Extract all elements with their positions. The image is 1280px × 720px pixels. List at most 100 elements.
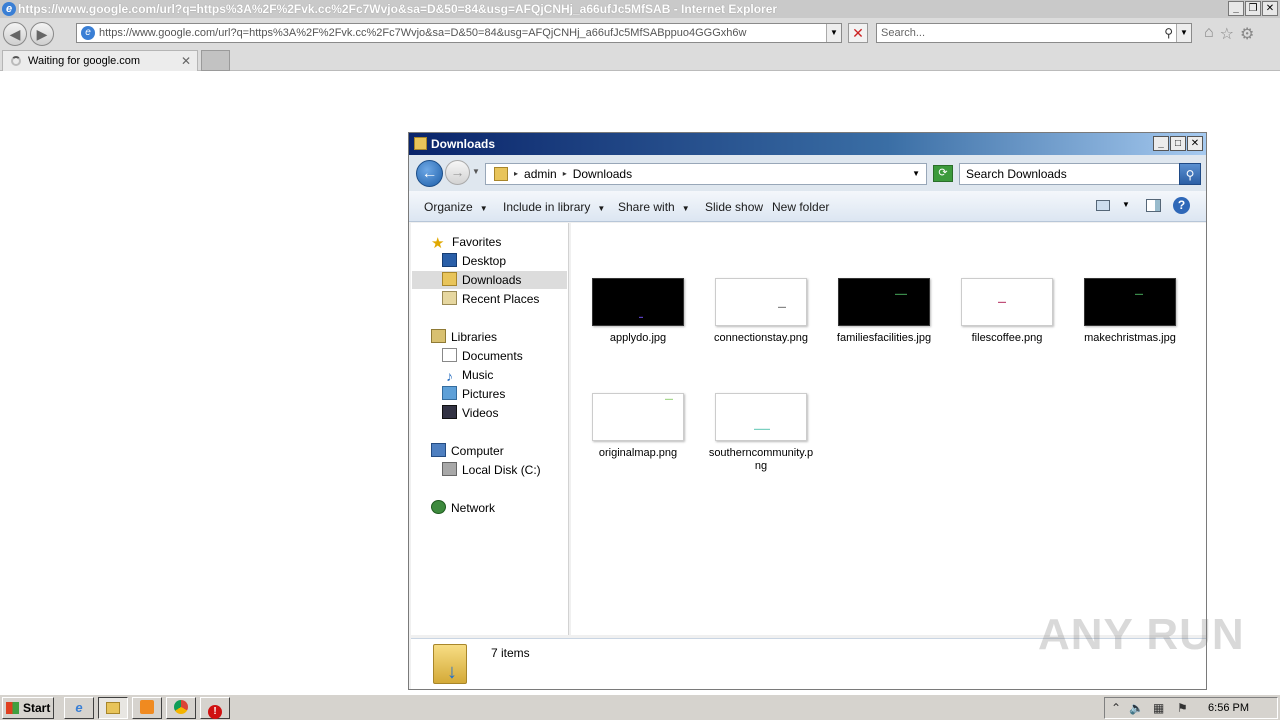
nav-local-disk[interactable]: Local Disk (C:)	[442, 461, 541, 479]
nav-pictures[interactable]: Pictures	[442, 385, 505, 403]
chevron-right-icon[interactable]: ▸	[563, 164, 567, 184]
restore-button[interactable]: ❐	[1245, 1, 1261, 16]
breadcrumb-dropdown-icon[interactable]: ▼	[912, 164, 920, 184]
breadcrumb-downloads[interactable]: Downloads	[573, 164, 632, 184]
minimize-button[interactable]: _	[1228, 1, 1244, 16]
nav-desktop[interactable]: Desktop	[442, 252, 506, 270]
nav-computer[interactable]: Computer	[431, 442, 504, 460]
taskbar-media-player[interactable]	[132, 697, 162, 719]
nav-downloads[interactable]: Downloads	[412, 271, 567, 289]
nav-localdisk-label: Local Disk (C:)	[462, 463, 541, 477]
file-list: ▬ applydo.jpg ▬▬ connectionstay.png ▬▬▬ …	[571, 223, 1206, 635]
media-player-icon	[140, 700, 154, 714]
thumbnail-text-mark: ▬▬▬▬	[754, 426, 770, 431]
ie-search-input[interactable]: Search... ⚲ ▼	[876, 23, 1192, 43]
file-item[interactable]: ▬▬ filescoffee.png	[952, 278, 1062, 345]
history-dropdown-icon[interactable]: ▼	[472, 167, 480, 176]
folder-icon	[414, 137, 427, 150]
slide-show-button[interactable]: Slide show	[705, 200, 763, 214]
file-item[interactable]: ▬▬▬ familiesfacilities.jpg	[829, 278, 939, 345]
ie-search-placeholder: Search...	[881, 27, 926, 39]
new-tab-button[interactable]	[201, 50, 230, 71]
explorer-minimize-button[interactable]: _	[1153, 136, 1169, 151]
nav-libraries[interactable]: Libraries	[431, 328, 497, 346]
file-item[interactable]: ▬▬ makechristmas.jpg	[1075, 278, 1185, 345]
ie-titlebar: e https://www.google.com/url?q=https%3A%…	[0, 0, 1280, 18]
file-name: originalmap.png	[598, 447, 678, 459]
explorer-back-button[interactable]: ←	[416, 160, 443, 187]
volume-icon[interactable]: 🔈	[1129, 698, 1144, 718]
forward-button[interactable]: ▶	[30, 22, 54, 46]
thumbnail-text-mark: ▬▬	[998, 299, 1006, 304]
tab-google[interactable]: Waiting for google.com ✕	[2, 50, 198, 71]
file-item[interactable]: ▬▬▬▬ southerncommunity.png	[706, 393, 816, 473]
share-label: Share with	[618, 200, 675, 214]
back-button[interactable]: ◀	[3, 22, 27, 46]
taskbar-stop-app[interactable]: !	[200, 697, 230, 719]
videos-icon	[442, 405, 457, 419]
taskbar-explorer[interactable]	[98, 697, 128, 719]
address-bar[interactable]: e https://www.google.com/url?q=https%3A%…	[76, 23, 842, 43]
search-icon[interactable]: ⚲	[1164, 24, 1173, 42]
file-item[interactable]: ▬▬ connectionstay.png	[706, 278, 816, 345]
star-icon: ★	[431, 235, 445, 252]
tab-close-icon[interactable]: ✕	[181, 51, 191, 71]
breadcrumb[interactable]: ▸ admin ▸ Downloads ▼	[485, 163, 927, 185]
nav-videos-label: Videos	[462, 406, 499, 420]
clock[interactable]: 6:56 PM	[1208, 698, 1249, 718]
network-tray-icon[interactable]: ▦	[1153, 698, 1164, 718]
refresh-button[interactable]: ⟳	[933, 165, 953, 182]
thumbnail-text-mark: ▬▬	[778, 304, 786, 309]
nav-recent-label: Recent Places	[462, 292, 540, 306]
taskbar-chrome[interactable]	[166, 697, 196, 719]
search-dropdown-button[interactable]: ▼	[1176, 24, 1191, 42]
new-folder-button[interactable]: New folder	[772, 200, 829, 214]
gear-icon[interactable]: ⚙	[1240, 24, 1254, 44]
organize-label: Organize	[424, 200, 473, 214]
image-thumbnail: ▬▬▬	[838, 278, 930, 326]
favorites-star-icon[interactable]: ☆	[1220, 24, 1234, 44]
view-dropdown-icon[interactable]: ▼	[1122, 200, 1130, 209]
explorer-forward-button[interactable]: →	[445, 160, 470, 185]
address-dropdown-button[interactable]: ▼	[826, 24, 841, 42]
nav-desktop-label: Desktop	[462, 254, 507, 268]
nav-favorites[interactable]: ★ Favorites	[431, 233, 501, 251]
organize-button[interactable]: Organize ▼	[424, 200, 488, 214]
stop-button[interactable]: ✕	[848, 23, 868, 43]
nav-network[interactable]: Network	[431, 499, 495, 517]
change-view-icon[interactable]	[1096, 200, 1110, 211]
nav-recent-places[interactable]: Recent Places	[442, 290, 539, 308]
nav-videos[interactable]: Videos	[442, 404, 498, 422]
help-icon[interactable]: ?	[1173, 197, 1190, 214]
image-thumbnail: ▬▬	[1084, 278, 1176, 326]
file-item[interactable]: ▬▬ originalmap.png	[583, 393, 693, 460]
explorer-maximize-button[interactable]: □	[1170, 136, 1186, 151]
include-in-library-button[interactable]: Include in library ▼	[503, 200, 605, 214]
explorer-search-input[interactable]: Search Downloads ⚲	[959, 163, 1201, 185]
file-item[interactable]: ▬ applydo.jpg	[583, 278, 693, 345]
chevron-right-icon[interactable]: ▸	[514, 164, 518, 184]
nav-music[interactable]: ♪ Music	[442, 366, 493, 384]
window-title: https://www.google.com/url?q=https%3A%2F…	[18, 2, 778, 16]
home-icon[interactable]: ⌂	[1204, 24, 1214, 44]
explorer-close-button[interactable]: ✕	[1187, 136, 1203, 151]
close-button[interactable]: ✕	[1262, 1, 1278, 16]
start-button[interactable]: Start	[2, 697, 54, 719]
window-controls: _ ❐ ✕	[1228, 1, 1278, 16]
search-icon[interactable]: ⚲	[1179, 163, 1201, 185]
preview-pane-icon[interactable]	[1146, 199, 1161, 212]
thumbnail-text-mark: ▬▬▬	[895, 291, 907, 296]
share-with-button[interactable]: Share with ▼	[618, 200, 690, 214]
start-label: Start	[23, 701, 51, 715]
taskbar-ie[interactable]: e	[64, 697, 94, 719]
image-thumbnail: ▬▬	[715, 278, 807, 326]
internet-explorer-icon: e	[75, 700, 83, 715]
music-icon: ♪	[446, 368, 453, 384]
show-hidden-icons[interactable]: ⌃	[1111, 698, 1121, 718]
action-center-flag-icon[interactable]: ⚑	[1177, 698, 1188, 718]
image-thumbnail: ▬▬	[961, 278, 1053, 326]
breadcrumb-admin[interactable]: admin	[524, 164, 557, 184]
ie-logo-icon: e	[2, 2, 16, 16]
image-thumbnail: ▬	[592, 278, 684, 326]
nav-documents[interactable]: Documents	[442, 347, 523, 365]
